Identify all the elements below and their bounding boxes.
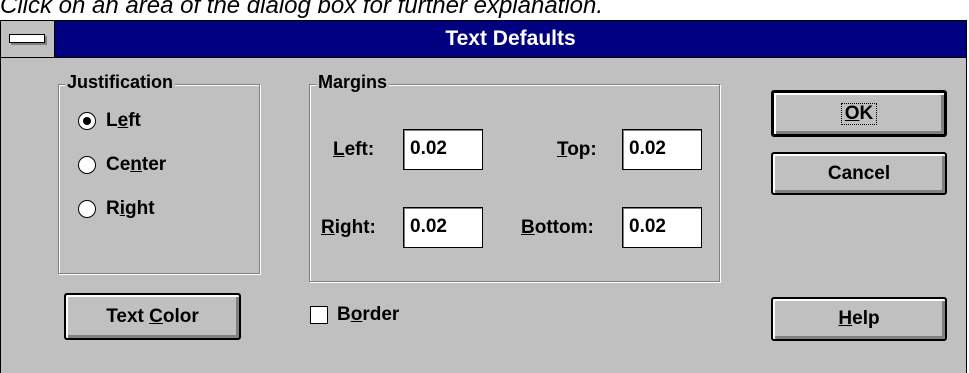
margin-bottom-input[interactable]: 0.02 — [622, 207, 702, 248]
text-color-button[interactable]: Text Color — [64, 293, 241, 340]
cancel-button[interactable]: Cancel — [771, 152, 947, 195]
margin-right-label: Right: — [321, 217, 376, 238]
margin-left-input[interactable]: 0.02 — [403, 129, 483, 170]
ok-button-label: OK — [840, 102, 878, 125]
margin-top-input[interactable]: 0.02 — [622, 129, 702, 170]
instruction-caption: Click on an area of the dialog box for f… — [0, 0, 604, 19]
help-button-label: Help — [838, 308, 880, 329]
text-color-button-label: Text Color — [106, 305, 199, 327]
radio-left-label: Left — [106, 110, 141, 131]
radio-right-label: Right — [106, 198, 155, 219]
margins-group: Margins Left: 0.02 Top: 0.02 Right: 0.02… — [309, 71, 720, 282]
justification-group: Justification Left Center Right — [58, 71, 260, 274]
radio-center-label: Center — [106, 154, 167, 175]
border-checkbox[interactable] — [310, 306, 328, 324]
title-bar: Text Defaults — [1, 21, 966, 58]
margin-top-label: Top: — [557, 139, 597, 160]
border-checkbox-label[interactable]: Border — [337, 303, 399, 327]
system-menu-icon — [9, 34, 45, 43]
radio-left[interactable]: Left — [78, 108, 141, 134]
radio-right-indicator[interactable] — [78, 200, 96, 218]
radio-left-indicator[interactable] — [78, 112, 96, 130]
system-menu-button[interactable] — [1, 21, 55, 57]
radio-selected-dot — [83, 117, 91, 125]
text-defaults-dialog: Text Defaults Justification Left Center … — [0, 20, 967, 373]
margins-label: Margins — [316, 71, 390, 93]
radio-center[interactable]: Center — [78, 152, 166, 178]
dialog-title: Text Defaults — [445, 27, 576, 50]
margin-right-input[interactable]: 0.02 — [403, 207, 483, 248]
ok-button[interactable]: OK — [771, 90, 947, 137]
justification-label: Justification — [65, 71, 176, 93]
radio-center-indicator[interactable] — [78, 156, 96, 174]
margin-left-label: Left: — [333, 139, 375, 160]
help-button[interactable]: Help — [771, 297, 947, 341]
radio-right[interactable]: Right — [78, 196, 155, 222]
margin-bottom-label: Bottom: — [521, 217, 594, 238]
